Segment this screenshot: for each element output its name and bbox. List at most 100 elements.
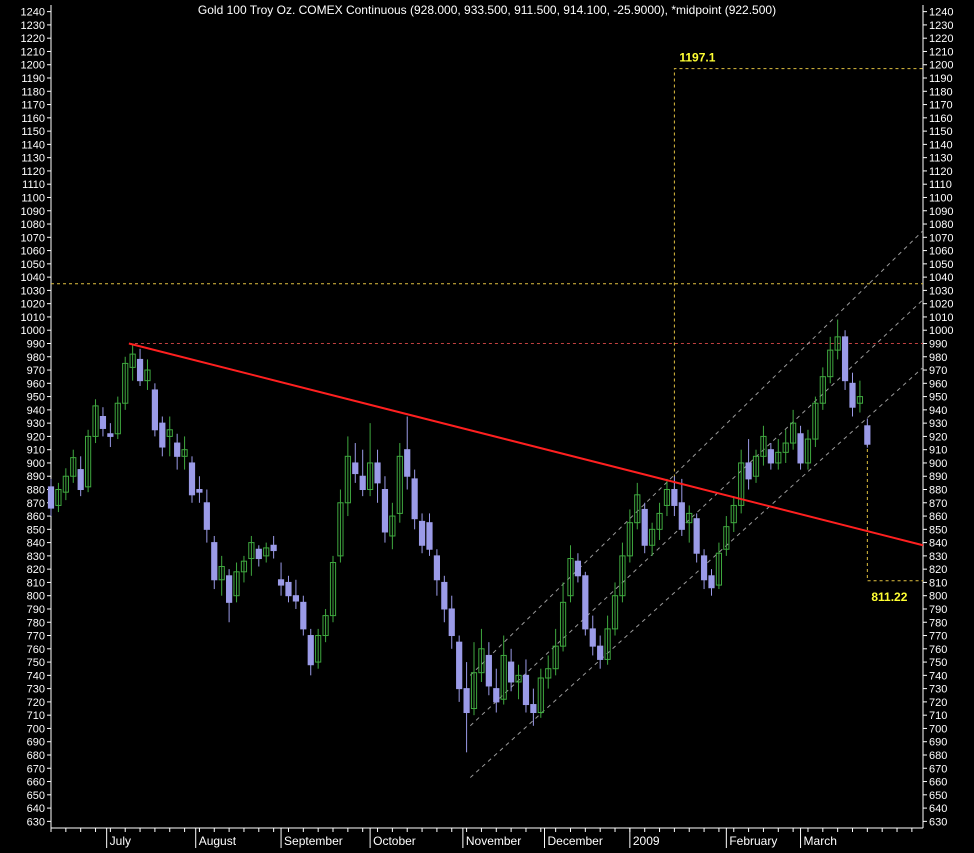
y-tick-label-right: 750 <box>929 657 947 669</box>
y-tick-label-right: 890 <box>929 471 947 483</box>
y-tick-label-right: 1030 <box>929 285 953 297</box>
y-tick-label-right: 1100 <box>929 192 953 204</box>
y-tick-label-left: 1150 <box>21 126 45 138</box>
y-tick-label-left: 790 <box>27 604 45 616</box>
y-tick-label-left: 960 <box>27 378 45 390</box>
y-tick-label-right: 1170 <box>929 100 953 112</box>
candle-down <box>582 575 589 630</box>
y-tick-label-left: 880 <box>27 485 45 497</box>
y-tick-label-left: 670 <box>27 763 45 775</box>
y-tick-label-right: 1120 <box>929 166 953 178</box>
y-tick-label-right: 1060 <box>929 246 953 258</box>
candle-down <box>864 425 871 445</box>
projection-up-box <box>673 68 923 490</box>
y-tick-label-right: 930 <box>929 418 947 430</box>
y-tick-label-right: 1210 <box>929 46 953 58</box>
y-tick-label-left: 970 <box>27 365 45 377</box>
y-tick-label-left: 1170 <box>21 100 45 112</box>
y-tick-label-right: 1080 <box>929 219 953 231</box>
y-tick-label-right: 630 <box>929 816 947 828</box>
y-tick-label-right: 1150 <box>929 126 953 138</box>
y-tick-label-left: 700 <box>27 723 45 735</box>
y-tick-label-right: 1230 <box>929 20 953 32</box>
y-tick-label-left: 990 <box>27 338 45 350</box>
candle-down <box>196 489 203 493</box>
candle-down <box>300 601 307 630</box>
y-tick-label-right: 800 <box>929 591 947 603</box>
y-tick-label-right: 820 <box>929 564 947 576</box>
y-tick-label-left: 1040 <box>21 272 45 284</box>
candle-down <box>448 608 455 637</box>
y-tick-label-right: 650 <box>929 790 947 802</box>
y-tick-label-right: 1180 <box>929 86 953 98</box>
y-tick-label-right: 980 <box>929 352 947 364</box>
candlestick-chart: 630 630640 640650 650660 660670 670680 680690 6… <box>21 3 953 848</box>
projection-down-label: 811.22 <box>871 590 907 604</box>
y-tick-label-left: 1110 <box>22 179 45 191</box>
x-tick-label: March <box>804 834 837 848</box>
candle-down <box>404 449 411 477</box>
candle-down <box>270 544 277 552</box>
y-tick-label-right: 730 <box>929 684 947 696</box>
y-tick-label-left: 850 <box>27 524 45 536</box>
x-tick-label: October <box>373 834 416 848</box>
candle-down <box>849 382 856 408</box>
candle-down <box>411 478 418 520</box>
y-tick-label-left: 800 <box>27 591 45 603</box>
y-tick-label-left: 630 <box>27 816 45 828</box>
candle-down <box>745 462 752 480</box>
x-tick-label: February <box>729 834 777 848</box>
y-tick-label-right: 850 <box>929 524 947 536</box>
y-tick-label-right: 1020 <box>929 299 953 311</box>
y-tick-label-left: 1200 <box>21 60 45 72</box>
y-tick-label-left: 1120 <box>21 166 45 178</box>
chart-title: Gold 100 Troy Oz. COMEX Continuous (928.… <box>198 3 776 17</box>
y-tick-label-right: 640 <box>929 803 947 815</box>
y-tick-label-right: 900 <box>929 458 947 470</box>
y-tick-label-left: 1140 <box>21 139 45 151</box>
candle-down <box>352 462 359 475</box>
y-tick-label-right: 1010 <box>929 312 953 324</box>
channel-line <box>469 299 924 727</box>
candle-down <box>441 581 448 610</box>
y-tick-label-left: 750 <box>27 657 45 669</box>
y-tick-label-left: 950 <box>27 392 45 404</box>
candle-down <box>693 518 700 554</box>
y-tick-label-left: 830 <box>27 551 45 563</box>
candle-down <box>522 674 530 706</box>
candle-down <box>463 688 470 714</box>
candle-down <box>641 508 648 546</box>
projection-up-label: 1197.1 <box>679 51 715 65</box>
candle-down <box>433 555 441 581</box>
candle-down <box>671 489 678 506</box>
candle-down <box>226 575 233 603</box>
candle-down <box>277 579 285 586</box>
y-tick-label-right: 1160 <box>929 113 953 125</box>
y-tick-label-left: 650 <box>27 790 45 802</box>
y-tick-label-left: 1080 <box>21 219 45 231</box>
candle-down <box>708 575 715 589</box>
candle-down <box>485 654 492 687</box>
candle-down <box>841 336 849 382</box>
y-tick-label-left: 720 <box>27 697 45 709</box>
candle-down <box>188 462 196 496</box>
candle-down <box>136 358 144 382</box>
y-tick-label-right: 1190 <box>929 73 953 85</box>
y-tick-label-right: 780 <box>929 617 947 629</box>
candle-down <box>159 422 166 448</box>
candle-down <box>456 641 463 690</box>
y-tick-label-right: 1240 <box>929 7 953 19</box>
y-tick-label-right: 920 <box>929 431 947 443</box>
y-tick-label-right: 1220 <box>929 33 953 45</box>
candle-down <box>767 449 774 464</box>
y-tick-label-left: 810 <box>27 577 45 589</box>
y-tick-label-left: 1090 <box>21 206 45 218</box>
candle-down <box>255 548 262 560</box>
candle-down <box>530 704 537 714</box>
y-tick-label-right: 870 <box>929 498 947 510</box>
y-tick-label-right: 690 <box>929 737 947 749</box>
candle-down <box>307 635 314 666</box>
candle-down <box>374 462 381 484</box>
y-tick-label-right: 1050 <box>929 259 953 271</box>
candle-down <box>508 661 515 683</box>
